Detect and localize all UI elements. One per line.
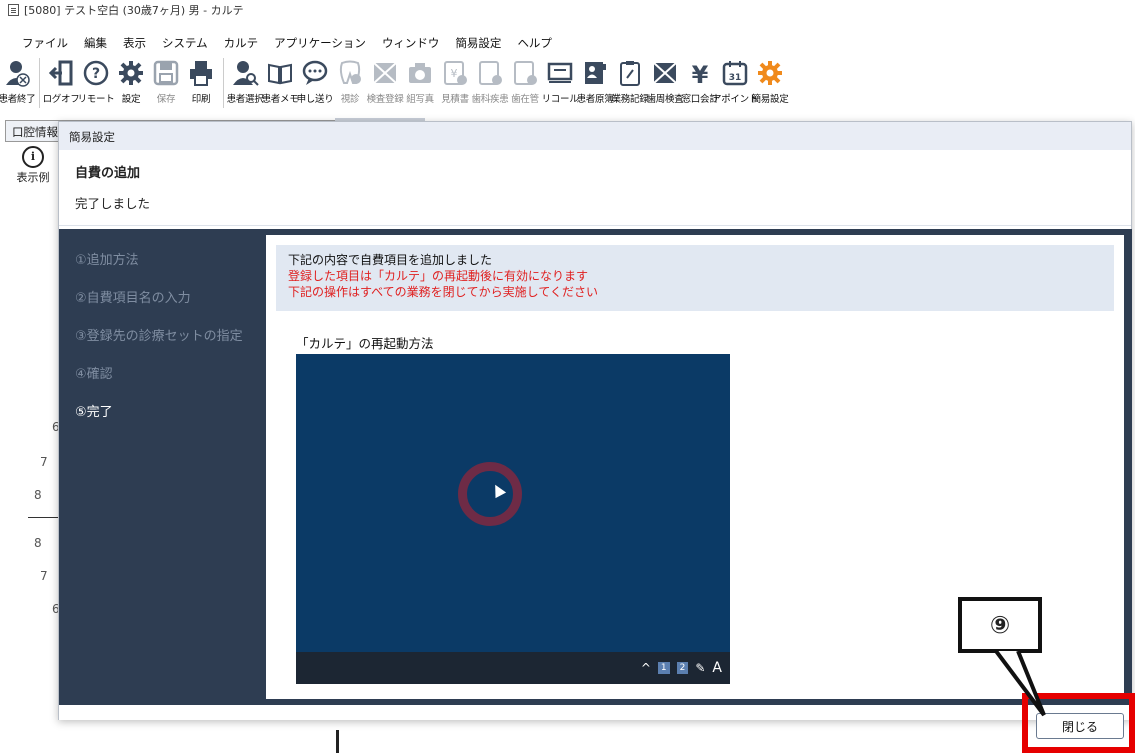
toolbar-perio-exam-button[interactable]: 歯周検査	[647, 58, 684, 105]
background-divider	[336, 730, 339, 753]
exam-icon	[370, 58, 400, 88]
speech-bubble-icon	[300, 58, 330, 88]
callout-pointer	[994, 651, 1046, 717]
toolbar-patient-memo-button[interactable]: 患者メモ	[262, 58, 299, 105]
dialog-subheading: 完了しました	[75, 196, 151, 211]
book-icon	[265, 58, 295, 88]
toolbar-patient-select-button[interactable]: 患者選択	[227, 58, 264, 105]
tooth-icon	[335, 58, 365, 88]
menu-help[interactable]: ヘルプ	[517, 35, 552, 51]
wizard-step-4: ④確認	[75, 367, 113, 382]
recall-icon	[545, 58, 575, 88]
toolbar-handover-button[interactable]: 申し送り	[297, 58, 334, 105]
patient-ledger-icon	[580, 58, 610, 88]
menu-edit[interactable]: 編集	[84, 35, 107, 51]
tooth-number: 8	[34, 488, 42, 502]
notice-line-close-all: 下記の操作はすべての業務を閉じてから実施してください	[288, 285, 598, 299]
font-icon: A	[712, 660, 722, 676]
toolbar-print-button[interactable]: 印刷	[184, 58, 218, 105]
dialog-footer	[59, 705, 1131, 720]
display-example-label: 表示例	[16, 171, 50, 184]
menu-system[interactable]: システム	[162, 35, 208, 51]
gear-icon	[116, 58, 146, 88]
toolbar-separator	[223, 58, 224, 108]
toolbar-photo-set-button[interactable]: 組写真	[403, 58, 437, 105]
toolbar-settings-button[interactable]: 設定	[114, 58, 148, 105]
oral-info-tab-label: 口腔情報	[12, 125, 58, 139]
toolbar-work-record-button[interactable]: 業務記録	[612, 58, 649, 105]
chevron-up-icon: ^	[640, 661, 651, 675]
menu-application[interactable]: アプリケーション	[274, 35, 366, 51]
toolbar-dental-manage-button[interactable]: 歯在管	[508, 58, 542, 105]
dialog-heading: 自費の追加	[75, 166, 141, 181]
notice-line-restart: 登録した項目は「カルテ」の再起動後に有効になります	[288, 269, 589, 283]
menu-quick-settings[interactable]: 簡易設定	[455, 35, 501, 51]
toolbar-save-button[interactable]: 保存	[149, 58, 183, 105]
taskbar-badge-2: 2	[676, 662, 689, 674]
estimate-icon: ¥	[440, 58, 470, 88]
svg-text:¥: ¥	[451, 67, 458, 80]
dialog-title: 簡易設定	[59, 122, 1131, 150]
clipboard-icon	[615, 58, 645, 88]
wizard-steps: ①追加方法 ②自費項目名の入力 ③登録先の診療セットの指定 ④確認 ⑤完了	[59, 229, 266, 705]
perio-exam-icon	[650, 58, 680, 88]
restart-method-label: 「カルテ」の再起動方法	[296, 336, 434, 351]
menu-karte[interactable]: カルテ	[224, 35, 259, 51]
wizard-step-1: ①追加方法	[75, 253, 139, 268]
svg-text:31: 31	[729, 73, 742, 83]
step-callout: ⑨	[958, 597, 1042, 653]
toolbar-appointment-button[interactable]: 31 アポイント	[712, 58, 758, 105]
completion-notice: 下記の内容で自費項目を追加しました 登録した項目は「カルテ」の再起動後に有効にな…	[276, 245, 1114, 311]
app-icon	[8, 4, 19, 16]
printer-icon	[186, 58, 216, 88]
svg-text:?: ?	[92, 66, 100, 82]
toolbar: 患者終了 ログオフ ? リモート 設定 保存 印刷 患者選択 患者メモ 申し送り…	[0, 58, 1135, 116]
menu-window[interactable]: ウィンドウ	[382, 35, 440, 51]
toolbar-remote-button[interactable]: ? リモート	[78, 58, 115, 105]
camera-icon	[405, 58, 435, 88]
toolbar-patient-ledger-button[interactable]: 患者原簿	[577, 58, 614, 105]
svg-text:¥: ¥	[692, 61, 709, 87]
menu-view[interactable]: 表示	[123, 35, 146, 51]
info-icon: i	[22, 146, 44, 168]
tooth-number: 7	[40, 455, 48, 469]
toolbar-separator	[39, 58, 40, 108]
wizard-step-2: ②自費項目名の入力	[75, 291, 191, 306]
dialog-header: 自費の追加 完了しました	[59, 150, 1131, 226]
tooth-number: 7	[40, 569, 48, 583]
preview-taskbar: ^ 1 2 ✎ A	[296, 652, 730, 684]
menu-file[interactable]: ファイル	[22, 35, 68, 51]
tooth-number: 8	[34, 536, 42, 550]
display-example-button[interactable]: i 表示例	[8, 146, 58, 185]
window-titlebar: [5080] テスト空白 (30歳7ヶ月) 男 - カルテ	[0, 0, 1135, 20]
remote-help-icon: ?	[81, 58, 111, 88]
toolbar-dental-disease-button[interactable]: 歯科疾患	[472, 58, 509, 105]
toolbar-inspection-button[interactable]: 視診	[333, 58, 367, 105]
patient-search-icon	[230, 58, 260, 88]
toolbar-exam-register-button[interactable]: 検査登録	[367, 58, 404, 105]
taskbar-badge-1: 1	[657, 662, 670, 674]
wizard-step-3: ③登録先の診療セットの指定	[75, 329, 243, 344]
pen-icon: ✎	[695, 661, 706, 675]
menu-bar: ファイル 編集 表示 システム カルテ アプリケーション ウィンドウ 簡易設定 …	[0, 32, 1135, 54]
restart-preview-image: ^ 1 2 ✎ A	[296, 354, 730, 684]
notice-line-added: 下記の内容で自費項目を追加しました	[288, 253, 493, 267]
logoff-icon	[46, 58, 76, 88]
quick-settings-icon	[755, 58, 785, 88]
patient-exit-icon	[2, 58, 32, 88]
yen-icon: ¥	[685, 58, 715, 88]
window-title: [5080] テスト空白 (30歳7ヶ月) 男 - カルテ	[24, 4, 244, 17]
save-icon	[151, 58, 181, 88]
toolbar-recall-button[interactable]: リコール	[542, 58, 579, 105]
wizard-step-5: ⑤完了	[75, 405, 113, 420]
toolbar-estimate-button[interactable]: ¥ 見積書	[438, 58, 472, 105]
dental-manage-icon	[510, 58, 540, 88]
toolbar-quick-settings-button[interactable]: 簡易設定	[752, 58, 789, 105]
toolbar-patient-exit-button[interactable]: 患者終了	[0, 58, 36, 105]
loading-ring-icon	[458, 462, 522, 526]
toolbar-logoff-button[interactable]: ログオフ	[43, 58, 80, 105]
calendar-icon: 31	[720, 58, 750, 88]
dental-disease-icon	[475, 58, 505, 88]
